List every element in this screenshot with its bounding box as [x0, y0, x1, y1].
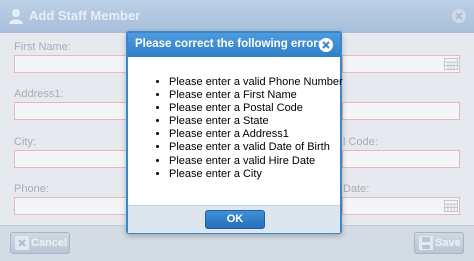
save-label: Save	[435, 237, 461, 249]
error-dialog: Please correct the following errors Plea…	[126, 31, 343, 234]
dialog-footer: OK	[128, 205, 340, 233]
address1-field[interactable]	[14, 102, 129, 120]
window-header: Add Staff Member	[0, 0, 474, 34]
first-name-field[interactable]	[14, 55, 129, 73]
calendar-icon[interactable]	[444, 58, 458, 70]
calendar-icon[interactable]	[444, 200, 458, 212]
close-icon[interactable]	[451, 8, 467, 24]
error-item: Please enter a valid Hire Date	[169, 155, 343, 168]
error-item: Please enter a State	[169, 115, 343, 128]
cancel-label: Cancel	[31, 237, 68, 249]
error-item: Please enter a First Name	[169, 89, 343, 102]
error-item: Please enter a City	[169, 168, 343, 181]
cancel-icon	[15, 236, 29, 250]
user-icon	[9, 9, 23, 24]
phone-label: Phone:	[14, 183, 49, 195]
hire-date-label: Date:	[343, 183, 370, 195]
save-button[interactable]: Save	[414, 232, 464, 254]
first-name-label: First Name:	[14, 41, 71, 53]
ok-button[interactable]: OK	[205, 210, 265, 229]
state-field[interactable]	[342, 102, 460, 120]
error-item: Please enter a valid Phone Number	[169, 76, 343, 89]
postal-code-field[interactable]	[342, 150, 460, 168]
close-icon[interactable]	[318, 37, 334, 53]
dialog-title: Please correct the following errors	[135, 38, 325, 50]
phone-field[interactable]	[14, 197, 129, 215]
dialog-header: Please correct the following errors	[128, 33, 340, 57]
hire-date-field[interactable]	[342, 197, 460, 215]
error-item: Please enter a Address1	[169, 128, 343, 141]
cancel-button[interactable]: Cancel	[10, 232, 70, 254]
window-title: Add Staff Member	[29, 8, 141, 23]
error-list: Please enter a valid Phone Number Please…	[128, 76, 343, 181]
postal-code-label: l Code:	[343, 136, 378, 148]
save-icon	[419, 236, 433, 250]
address1-label: Address1:	[14, 88, 64, 100]
date-of-birth-field[interactable]	[342, 55, 460, 73]
error-item: Please enter a valid Date of Birth	[169, 141, 343, 154]
error-item: Please enter a Postal Code	[169, 102, 343, 115]
city-field[interactable]	[14, 150, 129, 168]
city-label: City:	[14, 136, 36, 148]
